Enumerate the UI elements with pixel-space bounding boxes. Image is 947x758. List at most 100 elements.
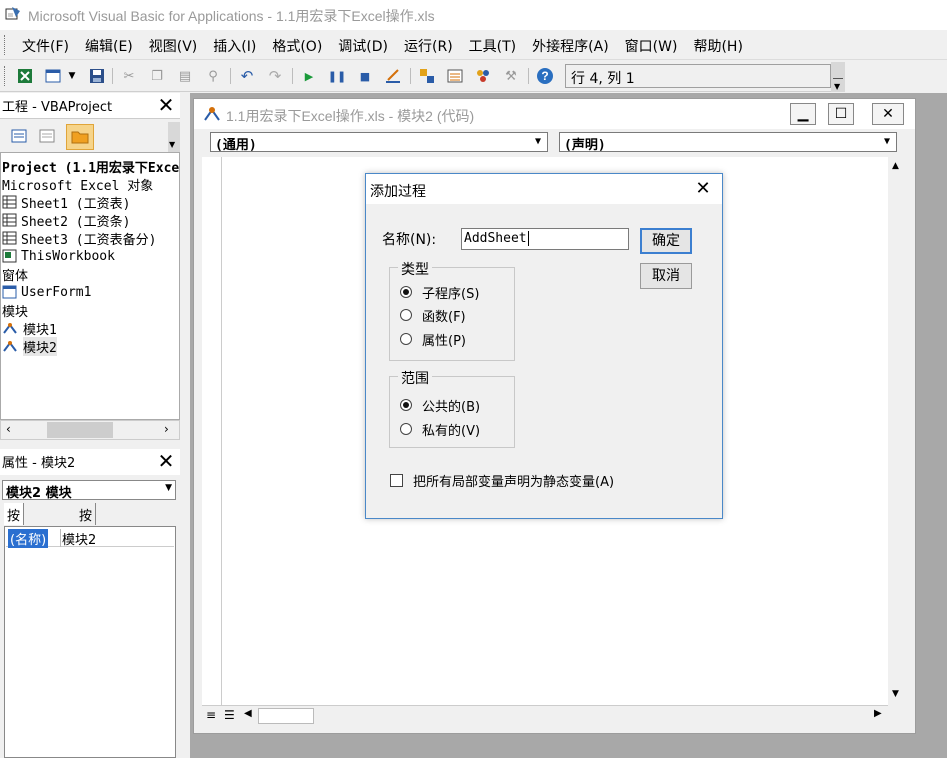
properties-icon[interactable] — [446, 67, 464, 85]
menu-addins[interactable]: 外接程序(A) — [524, 36, 617, 56]
menu-insert[interactable]: 插入(I) — [205, 36, 264, 56]
radio-sub[interactable]: 子程序(S) — [400, 283, 480, 302]
chevron-down-icon[interactable]: ▼ — [530, 134, 546, 150]
find-icon[interactable]: ⚲ — [204, 67, 222, 85]
ok-button[interactable]: 确定 — [640, 228, 692, 254]
tree-folder-modules[interactable]: 模块 — [2, 301, 28, 320]
code-vscroll[interactable]: ▲ ▼ — [888, 157, 906, 705]
toolbar-options-icon[interactable]: ▼ — [831, 62, 845, 92]
design-mode-icon[interactable] — [384, 67, 402, 85]
minimize-icon[interactable]: ▁ — [790, 103, 816, 125]
menu-format[interactable]: 格式(O) — [264, 36, 330, 56]
radio-private-dot[interactable] — [400, 423, 412, 435]
help-icon[interactable]: ? — [536, 67, 554, 85]
menu-help[interactable]: 帮助(H) — [685, 36, 750, 56]
static-variables-checkbox[interactable]: 把所有局部变量声明为静态变量(A) — [390, 471, 614, 490]
menu-edit[interactable]: 编辑(E) — [77, 36, 141, 56]
tree-item-sheet1[interactable]: Sheet1 (工资表) — [2, 193, 130, 212]
tree-folder-excel-objects[interactable]: Microsoft Excel 对象 — [2, 175, 153, 194]
static-variables-checkbox-box[interactable] — [390, 473, 403, 487]
radio-property-dot[interactable] — [400, 333, 412, 345]
tree-item-module1[interactable]: 模块1 — [2, 319, 57, 338]
radio-public[interactable]: 公共的(B) — [400, 396, 480, 415]
close-icon[interactable]: ✕ — [692, 178, 714, 200]
close-icon[interactable]: ✕ — [872, 103, 904, 125]
toggle-folders-icon[interactable] — [66, 124, 94, 150]
tree-folder-forms[interactable]: 窗体 — [2, 265, 28, 284]
tree-item-sheet2[interactable]: Sheet2 (工资条) — [2, 211, 131, 230]
scroll-right-icon[interactable]: ▶ — [874, 708, 882, 719]
cut-icon[interactable]: ✂ — [120, 67, 138, 85]
toolbox-icon[interactable]: ⚒ — [502, 67, 520, 85]
copy-icon[interactable]: ❐ — [148, 67, 166, 85]
scroll-left-icon[interactable]: ‹ — [6, 422, 11, 436]
close-icon[interactable]: ✕ — [155, 95, 177, 117]
code-hscroll[interactable]: ≡ ☰ ◀ ▶ — [202, 705, 888, 725]
menu-window[interactable]: 窗口(W) — [617, 36, 686, 56]
object-browser-icon[interactable] — [474, 67, 492, 85]
insert-userform-icon[interactable] — [44, 67, 62, 85]
cancel-button[interactable]: 取消 — [640, 263, 692, 289]
tree-item-module2[interactable]: 模块2 — [2, 336, 57, 356]
excel-icon[interactable] — [16, 67, 34, 85]
procedure-combo[interactable]: (声明) ▼ — [559, 132, 897, 153]
scroll-left-icon[interactable]: ◀ — [244, 708, 252, 719]
procedure-name-input[interactable]: AddSheet — [461, 228, 629, 250]
toolbar-grip[interactable] — [4, 66, 7, 86]
tab-alphabetic[interactable]: 按字母序 — [4, 503, 25, 581]
undo-icon[interactable]: ↶ — [238, 67, 256, 85]
reset-icon[interactable]: ■ — [356, 67, 374, 85]
menu-run[interactable]: 运行(R) — [396, 36, 461, 56]
tree-item-label: Sheet2 (工资条) — [21, 214, 131, 230]
scroll-thumb[interactable] — [258, 708, 314, 724]
redo-icon[interactable]: ↷ — [266, 67, 284, 85]
scroll-down-icon[interactable]: ▼ — [892, 689, 899, 699]
radio-property[interactable]: 属性(P) — [400, 330, 466, 349]
project-tree-hscroll[interactable]: ‹ › — [0, 420, 180, 440]
maximize-icon[interactable]: ☐ — [828, 103, 854, 125]
tree-item-sheet3[interactable]: Sheet3 (工资表备分) — [2, 229, 156, 248]
tree-item-thisworkbook[interactable]: ThisWorkbook — [2, 247, 115, 265]
code-window-title: 1.1用宏录下Excel操作.xls - 模块2 (代码) — [226, 108, 475, 124]
full-module-view-icon[interactable]: ☰ — [224, 708, 235, 722]
dropdown-icon[interactable]: ▼ — [66, 67, 78, 85]
scroll-up-icon[interactable]: ▲ — [892, 161, 899, 171]
object-combo-value: (通用) — [215, 138, 257, 153]
paste-icon[interactable]: ▤ — [176, 67, 194, 85]
procedure-view-icon[interactable]: ≡ — [206, 708, 216, 722]
project-explorer-icon[interactable] — [418, 67, 436, 85]
menu-tools[interactable]: 工具(T) — [461, 36, 524, 56]
radio-private[interactable]: 私有的(V) — [400, 420, 480, 439]
chevron-down-icon[interactable]: ▼ — [879, 134, 895, 150]
tab-categorized[interactable]: 按分类序 — [76, 503, 97, 581]
radio-sub-dot[interactable] — [400, 286, 412, 298]
break-icon[interactable]: ❚❚ — [328, 67, 346, 85]
toolbar-overflow-icon[interactable]: ▼ — [168, 122, 180, 152]
scroll-right-icon[interactable]: › — [164, 422, 169, 436]
menu-file[interactable]: 文件(F) — [14, 36, 77, 56]
property-value[interactable]: 模块2 — [62, 529, 96, 548]
close-icon[interactable]: ✕ — [155, 451, 177, 473]
view-object-icon[interactable] — [36, 126, 58, 146]
properties-object-select[interactable]: 模块2 模块 ▼ — [2, 480, 176, 501]
radio-function-dot[interactable] — [400, 309, 412, 321]
run-icon[interactable]: ▶ — [300, 67, 318, 85]
project-tree[interactable]: Project (1.1用宏录下Excel操作.xls) Microsoft E… — [0, 152, 180, 420]
tree-item-userform1[interactable]: UserForm1 — [2, 283, 91, 301]
toolbar-separator — [112, 68, 113, 84]
code-window-titlebar: 1.1用宏录下Excel操作.xls - 模块2 (代码) ▁ ☐ ✕ — [194, 99, 915, 129]
object-combo[interactable]: (通用) ▼ — [210, 132, 548, 153]
tree-item-project[interactable]: Project (1.1用宏录下Excel操作.xls) — [2, 157, 179, 176]
property-row[interactable]: (名称) 模块2 — [6, 529, 174, 548]
menu-view[interactable]: 视图(V) — [141, 36, 206, 56]
radio-public-dot[interactable] — [400, 399, 412, 411]
radio-sub-label: 子程序(S) — [422, 286, 480, 302]
chevron-down-icon[interactable]: ▼ — [165, 483, 172, 493]
view-code-icon[interactable] — [8, 126, 30, 146]
menu-grip[interactable] — [4, 35, 7, 55]
scroll-thumb[interactable] — [47, 422, 113, 438]
menu-debug[interactable]: 调试(D) — [330, 36, 396, 56]
radio-function[interactable]: 函数(F) — [400, 306, 466, 325]
properties-object-value: 模块2 模块 — [6, 486, 72, 501]
save-icon[interactable] — [88, 67, 106, 85]
